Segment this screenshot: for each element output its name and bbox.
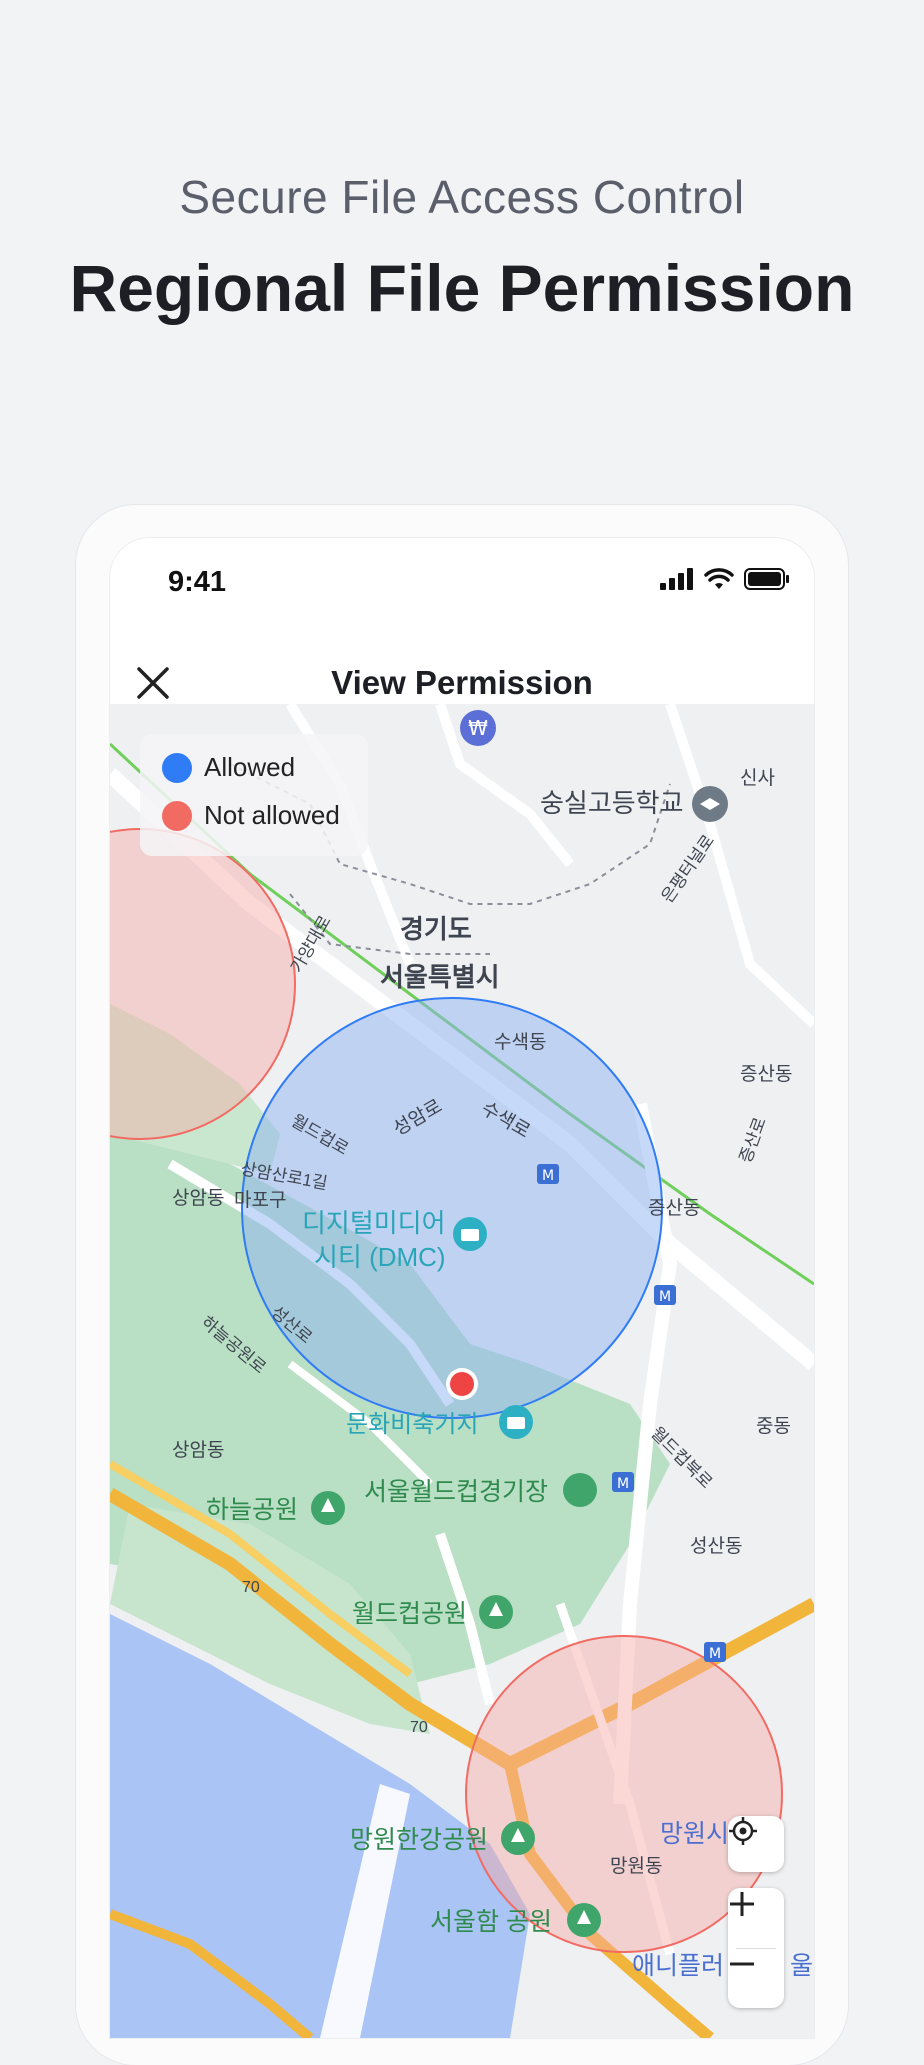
map-label: 하늘공원 bbox=[206, 1496, 298, 1524]
legend-not-allowed: Not allowed bbox=[162, 800, 340, 831]
allowed-color-dot bbox=[162, 752, 192, 783]
crosshair-icon bbox=[729, 1817, 757, 1845]
metro-marker-icon: M bbox=[612, 1472, 634, 1492]
map-label: 디지털미디어 bbox=[302, 1208, 446, 1238]
legend-allowed-label: Allowed bbox=[204, 752, 296, 782]
map-label: 서울특별시 bbox=[380, 962, 500, 992]
wifi-icon bbox=[704, 568, 734, 595]
minus-icon bbox=[730, 1962, 754, 1966]
battery-icon bbox=[744, 568, 790, 595]
metro-marker-icon: M bbox=[537, 1164, 559, 1184]
svg-text:M: M bbox=[709, 1646, 721, 1662]
map-label: 중동 bbox=[756, 1416, 791, 1437]
school-marker-icon bbox=[692, 786, 728, 822]
map-label: 망원한강공원 bbox=[350, 1826, 488, 1854]
map-label: 상암동 bbox=[172, 1187, 224, 1209]
park-marker-icon bbox=[501, 1821, 535, 1855]
zoom-out-button[interactable] bbox=[728, 1950, 784, 2006]
map-label: 증산로 bbox=[736, 1115, 770, 1166]
map-legend: Allowed Not allowed bbox=[140, 734, 368, 856]
stadium-marker-icon bbox=[563, 1473, 597, 1507]
map-label: 문화비축기지 bbox=[346, 1411, 478, 1438]
map-label: 증산동 bbox=[648, 1197, 700, 1219]
not-allowed-color-dot bbox=[162, 800, 192, 831]
map-label: 경기도 bbox=[400, 914, 472, 944]
zoom-in-button[interactable] bbox=[728, 1890, 784, 1946]
camera-marker-icon bbox=[499, 1405, 533, 1439]
svg-text:M: M bbox=[659, 1289, 671, 1305]
status-icons bbox=[660, 568, 790, 595]
map-label: 증산동 bbox=[740, 1063, 792, 1085]
map-label: 시티 (DMC) bbox=[314, 1242, 446, 1272]
park-marker-icon bbox=[311, 1491, 345, 1525]
map-label: 망원시 bbox=[660, 1820, 729, 1848]
map-label: 애니플러 bbox=[632, 1952, 724, 1980]
plus-icon bbox=[730, 1892, 754, 1916]
map-label: 숭실고등학교 bbox=[540, 788, 684, 818]
map-label: 마포구 bbox=[234, 1189, 286, 1211]
map-label: 은평터널로 bbox=[658, 831, 718, 906]
locate-me-button[interactable] bbox=[728, 1816, 784, 1872]
phone-screen: 9:41 View Permission ₩ M M M M 경기도 서울특별시… bbox=[110, 538, 814, 2038]
nav-title: View Permission bbox=[331, 664, 593, 701]
map-label: 성산동 bbox=[690, 1535, 742, 1557]
map-label: 신사 bbox=[740, 767, 775, 789]
map-label: 울 bbox=[790, 1952, 813, 1980]
map-label: 망원동 bbox=[610, 1855, 662, 1877]
park-marker-icon bbox=[567, 1903, 601, 1937]
map-view[interactable]: ₩ M M M M 경기도 서울특별시 숭실고등학교 수색동 수색로 성암로 증… bbox=[110, 704, 814, 2038]
map-label: 서울함 공원 bbox=[430, 1908, 552, 1936]
route-badge: 70 bbox=[242, 1579, 260, 1596]
metro-marker-icon: M bbox=[704, 1642, 726, 1662]
legend-allowed: Allowed bbox=[162, 752, 295, 783]
svg-text:M: M bbox=[617, 1476, 629, 1492]
park-marker-icon bbox=[479, 1595, 513, 1629]
map-label: 서울월드컵경기장 bbox=[364, 1478, 548, 1506]
status-time: 9:41 bbox=[168, 566, 227, 598]
zoom-divider bbox=[736, 1948, 776, 1949]
camera-marker-icon bbox=[453, 1217, 487, 1251]
page-subtitle: Secure File Access Control bbox=[179, 171, 745, 223]
page-title: Regional File Permission bbox=[69, 251, 855, 325]
bank-marker-icon: ₩ bbox=[460, 710, 496, 746]
zoom-controls bbox=[728, 1888, 784, 2008]
legend-not-allowed-label: Not allowed bbox=[204, 800, 340, 830]
svg-text:M: M bbox=[542, 1168, 554, 1184]
signal-icon bbox=[660, 568, 694, 595]
map-label: 월드컵공원 bbox=[352, 1600, 467, 1628]
map-canvas[interactable]: ₩ M M M M 경기도 서울특별시 숭실고등학교 수색동 수색로 성암로 증… bbox=[110, 704, 814, 2038]
metro-marker-icon: M bbox=[654, 1285, 676, 1305]
map-label: 상암동 bbox=[172, 1439, 224, 1461]
map-label: 수색동 bbox=[494, 1031, 546, 1053]
status-bar: 9:41 bbox=[110, 538, 814, 628]
svg-text:₩: ₩ bbox=[468, 716, 488, 740]
route-badge: 70 bbox=[410, 1719, 428, 1736]
